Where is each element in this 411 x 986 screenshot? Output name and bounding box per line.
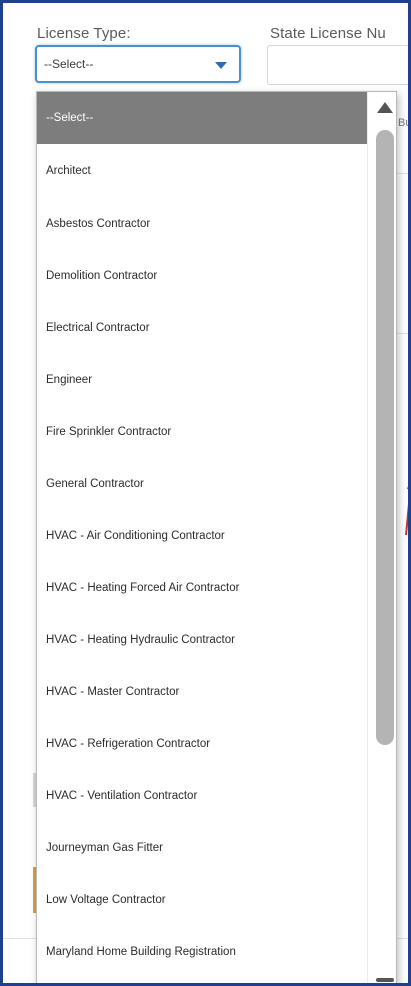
dropdown-option[interactable]: HVAC - Air Conditioning Contractor xyxy=(37,511,367,561)
dropdown-option[interactable]: Journeyman Gas Fitter xyxy=(37,823,367,873)
dropdown-option[interactable]: Low Voltage Contractor xyxy=(37,875,367,925)
dropdown-option[interactable]: HVAC - Master Contractor xyxy=(37,667,367,717)
scroll-thumb[interactable] xyxy=(376,130,394,745)
chevron-down-icon[interactable] xyxy=(215,62,227,69)
dropdown-option[interactable]: Electrical Contractor xyxy=(37,303,367,353)
license-type-label: License Type: xyxy=(37,25,131,42)
dropdown-option[interactable]: Asbestos Contractor xyxy=(37,199,367,249)
state-license-number-label: State License Nu xyxy=(270,25,386,42)
license-type-select[interactable]: --Select-- xyxy=(35,45,241,83)
dropdown-option[interactable]: Maryland Home Building Registration xyxy=(37,927,367,977)
annotation-arrow-icon xyxy=(405,486,408,536)
license-type-dropdown-list[interactable]: --Select-- Architect Asbestos Contractor De… xyxy=(36,91,397,983)
dropdown-scrollbar[interactable] xyxy=(367,92,396,983)
dropdown-option[interactable]: HVAC - Heating Hydraulic Contractor xyxy=(37,615,367,665)
dropdown-option[interactable]: Fire Sprinkler Contractor xyxy=(37,407,367,457)
screenshot-frame: License Type: State License Nu --Select-… xyxy=(0,0,411,986)
dropdown-option[interactable]: HVAC - Ventilation Contractor xyxy=(37,771,367,821)
dropdown-option[interactable]: --Select-- xyxy=(37,92,367,144)
dropdown-option[interactable]: Demolition Contractor xyxy=(37,251,367,301)
background-column-fragment: Bu xyxy=(398,117,411,129)
scroll-up-arrow-icon[interactable] xyxy=(377,102,393,113)
dropdown-option[interactable]: Engineer xyxy=(37,355,367,405)
dropdown-option[interactable]: General Contractor xyxy=(37,459,367,509)
scroll-down-arrow-icon[interactable] xyxy=(376,978,394,982)
state-license-number-input[interactable] xyxy=(267,45,408,85)
license-type-selected-value: --Select-- xyxy=(44,57,94,71)
dropdown-option[interactable]: Architect xyxy=(37,146,367,196)
dropdown-option[interactable]: HVAC - Heating Forced Air Contractor xyxy=(37,563,367,613)
dropdown-option[interactable]: HVAC - Refrigeration Contractor xyxy=(37,719,367,769)
